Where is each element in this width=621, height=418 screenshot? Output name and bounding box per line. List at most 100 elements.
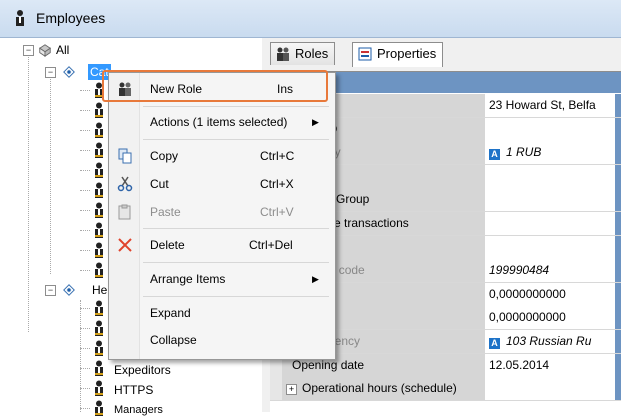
menu-item-collapse[interactable]: Collapse — [109, 327, 335, 353]
category-icon — [63, 284, 75, 296]
menu-separator — [143, 228, 329, 229]
employee-icon — [95, 102, 103, 118]
row-edge — [615, 377, 621, 401]
employee-icon — [95, 262, 103, 278]
property-value[interactable]: 199990484 — [485, 259, 615, 283]
property-value-text: 103 Russian Ru — [506, 334, 592, 348]
menu-separator — [143, 106, 329, 107]
row-edge — [615, 282, 621, 306]
employee-icon — [95, 380, 103, 396]
menu-item-arrange-items[interactable]: Arrange Items ▶ — [109, 266, 335, 292]
row-edge — [615, 212, 621, 235]
employee-icon — [95, 300, 103, 316]
window-titlebar: Employees — [0, 0, 621, 38]
expand-icon[interactable]: + — [286, 384, 297, 396]
roles-icon — [277, 47, 289, 61]
property-value-text: 0,0000000000 — [489, 286, 566, 301]
row-edge — [615, 164, 621, 188]
property-name: + Operational hours (schedule) — [282, 377, 485, 401]
row-edge — [615, 353, 621, 377]
property-value-text: 0,0000000000 — [489, 310, 566, 325]
menu-item-delete[interactable]: Delete Ctrl+Del — [109, 232, 335, 258]
collapse-all-toggle[interactable]: − — [23, 45, 34, 56]
tab-properties-label: Properties — [377, 46, 437, 61]
category-icon — [63, 66, 75, 78]
employee-icon — [95, 242, 103, 258]
tree-item-group[interactable]: He — [92, 282, 107, 298]
menu-label: Actions (1 items selected) — [150, 115, 288, 129]
currency-badge-icon: A — [489, 338, 500, 349]
currency-badge-icon: A — [489, 149, 500, 161]
employee-icon — [95, 202, 103, 218]
property-value[interactable]: A 103 Russian Ru — [485, 330, 615, 353]
submenu-arrow-icon: ▶ — [312, 274, 319, 284]
row-indicator — [270, 377, 282, 401]
row-edge — [615, 235, 621, 259]
tab-properties[interactable]: Properties — [352, 42, 444, 67]
menu-separator — [143, 139, 329, 140]
row-edge — [615, 259, 621, 283]
menu-separator — [143, 296, 329, 297]
property-value[interactable]: A 1 RUB — [485, 141, 615, 165]
property-name-text: Operational hours (schedule) — [302, 381, 457, 396]
row-edge — [615, 330, 621, 353]
paste-icon — [118, 204, 131, 220]
menu-item-copy[interactable]: Copy Ctrl+C — [109, 143, 335, 169]
property-value[interactable]: 12.05.2014 — [485, 353, 615, 377]
copy-icon — [118, 148, 132, 164]
property-value[interactable]: 0,0000000000 — [485, 282, 615, 306]
employee-icon — [95, 142, 103, 158]
property-value[interactable] — [485, 235, 615, 259]
employee-icon — [95, 340, 103, 356]
highlight-outline — [102, 70, 328, 102]
row-edge — [615, 306, 621, 330]
employee-icon — [95, 182, 103, 198]
menu-shortcut: Ctrl+V — [260, 205, 294, 219]
menu-item-actions[interactable]: Actions (1 items selected) ▶ — [109, 109, 335, 135]
menu-separator — [143, 262, 329, 263]
delete-icon — [118, 238, 132, 252]
menu-label: Expand — [150, 306, 191, 320]
property-row[interactable]: + Operational hours (schedule) — [270, 377, 621, 402]
tab-roles[interactable]: Roles — [270, 42, 336, 65]
employee-icon — [95, 162, 103, 178]
property-value[interactable]: 0,0000000000 — [485, 306, 615, 330]
menu-item-expand[interactable]: Expand — [109, 300, 335, 326]
row-edge — [615, 117, 621, 141]
menu-label: Cut — [150, 177, 169, 191]
property-value-text: 1 RUB — [506, 145, 542, 160]
employee-icon — [95, 360, 103, 376]
menu-label: Paste — [150, 205, 181, 219]
property-value[interactable] — [485, 164, 615, 188]
property-value[interactable] — [485, 188, 615, 212]
menu-label: Collapse — [150, 333, 197, 347]
menu-shortcut: Ctrl+Del — [249, 238, 293, 252]
property-value[interactable] — [485, 377, 615, 401]
tree-item-managers[interactable]: Managers — [114, 402, 163, 418]
submenu-arrow-icon: ▶ — [312, 117, 319, 127]
tree-item-all[interactable]: All — [56, 42, 69, 58]
tree-item-expeditors[interactable]: Expeditors — [114, 362, 171, 378]
context-menu: New Role Ins Actions (1 items selected) … — [108, 72, 336, 360]
menu-label: Copy — [150, 149, 179, 163]
window-title: Employees — [36, 10, 106, 26]
menu-label: Arrange Items — [150, 272, 226, 286]
menu-item-paste[interactable]: Paste Ctrl+V — [109, 199, 335, 225]
employee-icon — [95, 400, 103, 416]
property-value-text: 12.05.2014 — [489, 357, 550, 372]
cut-icon — [117, 176, 133, 192]
collapse-group-toggle[interactable]: − — [45, 285, 56, 296]
property-value[interactable] — [485, 117, 615, 141]
collapse-cat-toggle[interactable]: − — [45, 67, 56, 78]
property-value[interactable]: 23 Howard St, Belfa — [485, 94, 615, 117]
menu-shortcut: Ctrl+C — [260, 149, 295, 163]
tab-roles-label: Roles — [295, 46, 329, 61]
employee-icon — [95, 222, 103, 238]
menu-item-cut[interactable]: Cut Ctrl+X — [109, 171, 335, 197]
tree-item-https[interactable]: HTTPS — [114, 382, 153, 398]
employee-icon — [95, 122, 103, 138]
menu-label: Delete — [150, 238, 185, 252]
folder-icon — [38, 44, 52, 57]
property-value[interactable] — [485, 212, 615, 235]
row-edge — [615, 188, 621, 212]
